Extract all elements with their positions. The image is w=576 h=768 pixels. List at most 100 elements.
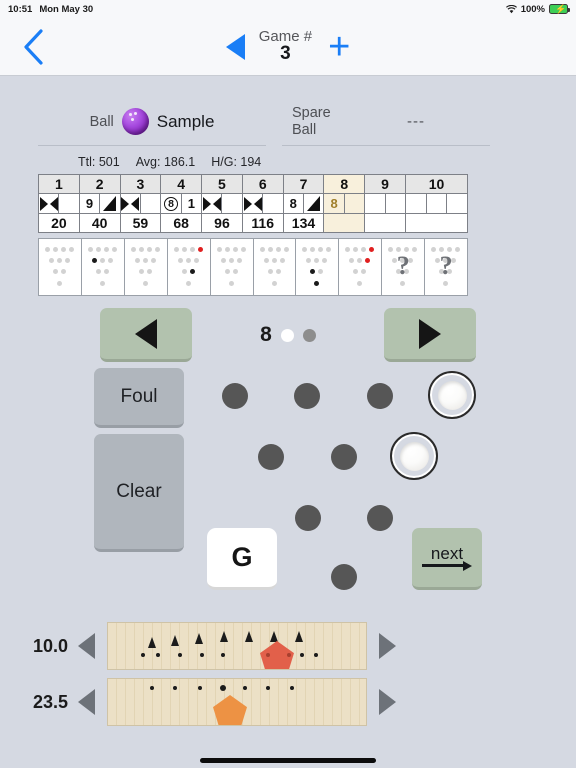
mini-pin-r3c2 (232, 269, 238, 274)
frame-balls-5[interactable] (201, 193, 243, 214)
mini-deck-frame-8[interactable] (339, 239, 383, 295)
orange-pentagon-marker[interactable] (213, 695, 247, 725)
mini-deck-frame-9[interactable]: ? (382, 239, 426, 295)
ball-cell-f8-b2[interactable] (344, 194, 365, 213)
ball-selector[interactable]: Ball Sample (38, 98, 266, 146)
spare-ball-label: Spare Ball (292, 105, 344, 138)
scoresheet[interactable]: 1 2 3 4 5 6 7 8 9 10 98188 20 40 59 68 96 116 134 (38, 174, 468, 233)
mini-pin-r2c3 (236, 258, 242, 263)
previous-frame-button[interactable] (100, 308, 193, 362)
mini-pin-r2c1 (306, 258, 312, 263)
frame-balls-3[interactable] (119, 193, 162, 214)
second-ball-dot[interactable] (302, 328, 316, 342)
strike-symbol (39, 196, 58, 211)
mini-pin-r1c2 (95, 247, 101, 252)
next-frame-button[interactable] (383, 308, 476, 362)
frame-balls-4[interactable]: 81 (160, 193, 203, 214)
battery-charging-icon: ⚡ (549, 4, 570, 14)
mini-deck-frame-1[interactable] (39, 239, 82, 295)
frame-header-3[interactable]: 3 (119, 174, 162, 194)
mini-pin-r4c1 (185, 281, 191, 286)
mini-pin-r4c1 (228, 281, 234, 286)
ball-cell-f10-b3[interactable] (447, 194, 467, 213)
ball-cell-f2-b2[interactable] (100, 194, 119, 213)
ball-cell-f7-b1[interactable]: 8 (284, 194, 304, 213)
battery-percent: 100% (520, 3, 545, 15)
gutter-button[interactable]: G (207, 528, 277, 590)
frame-balls-8[interactable]: 8 (323, 193, 366, 214)
pin-8[interactable] (294, 383, 320, 409)
frame-balls-6[interactable] (241, 193, 284, 214)
previous-game-triangle-icon[interactable] (225, 33, 245, 60)
ball-cell-f1-b2[interactable] (59, 194, 78, 213)
ball-cell-f3-b2[interactable] (141, 194, 160, 213)
pin-9[interactable] (367, 383, 393, 409)
mini-pin-r3c2 (275, 269, 281, 274)
plus-icon[interactable]: + (328, 28, 350, 66)
previous-frame-triangle-icon (135, 318, 158, 349)
frame-header-5[interactable]: 5 (201, 174, 243, 194)
ball-cell-f5-b2[interactable] (222, 194, 241, 213)
frame-header-8[interactable]: 8 (323, 174, 366, 194)
mini-pin-r2c2 (99, 258, 105, 263)
frame-header-9[interactable]: 9 (364, 174, 406, 194)
lane-right-arrow-icon-1[interactable] (379, 633, 396, 659)
next-button[interactable]: next (412, 528, 482, 590)
mini-deck-frame-6[interactable] (254, 239, 297, 295)
mini-pin-r1c3 (189, 247, 195, 252)
lane-left-arrow-icon-1[interactable] (78, 633, 95, 659)
ball-cell-f7-b2[interactable] (304, 194, 323, 213)
mini-deck-frame-4[interactable] (168, 239, 211, 295)
frame-header-7[interactable]: 7 (282, 174, 325, 194)
current-ball-dot[interactable] (280, 328, 294, 342)
frame-balls-2[interactable]: 9 (78, 193, 121, 214)
spare-ball-selector[interactable]: Spare Ball --- (282, 98, 490, 146)
mini-pin-deck-row[interactable]: ?? (38, 238, 468, 296)
pin-10[interactable] (428, 371, 476, 419)
foul-button[interactable]: Foul (94, 368, 184, 428)
mini-deck-frame-5[interactable] (211, 239, 254, 295)
mini-deck-frame-7[interactable] (296, 239, 340, 295)
ball-cell-f4-b2[interactable]: 1 (182, 194, 201, 213)
pin-7[interactable] (222, 383, 248, 409)
ball-cell-f5-b1[interactable] (202, 194, 223, 213)
frame-header-4[interactable]: 4 (160, 174, 203, 194)
lane-diagram-1[interactable] (107, 622, 367, 670)
pin-6[interactable] (390, 432, 438, 480)
lane-dot-1 (150, 686, 154, 690)
ball-cell-f9-b2[interactable] (386, 194, 405, 213)
pin-3[interactable] (367, 505, 393, 531)
frame-balls-10[interactable] (405, 193, 468, 214)
frame-balls-7[interactable]: 8 (282, 193, 325, 214)
mini-deck-frame-10[interactable]: ? (425, 239, 467, 295)
pin-4[interactable] (258, 444, 284, 470)
ball-cell-f8-b1[interactable]: 8 (324, 194, 345, 213)
mini-deck-frame-2[interactable] (82, 239, 125, 295)
ball-cell-f4-b1[interactable]: 8 (161, 194, 182, 213)
ball-cell-f9-b1[interactable] (365, 194, 386, 213)
pin-1[interactable] (331, 564, 357, 590)
frame-header-10[interactable]: 10 (405, 174, 468, 194)
lane-right-arrow-icon-2[interactable] (379, 689, 396, 715)
ball-cell-f10-b2[interactable] (427, 194, 448, 213)
lane-diagram-2[interactable] (107, 678, 367, 726)
mini-deck-frame-3[interactable] (125, 239, 168, 295)
frame-header-1[interactable]: 1 (38, 174, 80, 194)
mini-pin-r4c1 (142, 281, 148, 286)
frame-balls-1[interactable] (38, 193, 80, 214)
pin-2[interactable] (295, 505, 321, 531)
ball-cell-f10-b1[interactable] (406, 194, 427, 213)
frame-header-6[interactable]: 6 (241, 174, 284, 194)
ball-cell-f1-b1[interactable] (39, 194, 60, 213)
frame-balls-9[interactable] (364, 193, 406, 214)
frame-header-2[interactable]: 2 (78, 174, 121, 194)
mini-pin-r4c1 (357, 281, 363, 286)
ball-cell-f3-b1[interactable] (121, 194, 141, 213)
pin-5[interactable] (331, 444, 357, 470)
clear-button[interactable]: Clear (94, 434, 184, 552)
lane-dot-5 (243, 686, 247, 690)
ball-cell-f6-b1[interactable] (243, 194, 264, 213)
ball-cell-f6-b2[interactable] (263, 194, 282, 213)
ball-cell-f2-b1[interactable]: 9 (80, 194, 101, 213)
lane-left-arrow-icon-2[interactable] (78, 689, 95, 715)
